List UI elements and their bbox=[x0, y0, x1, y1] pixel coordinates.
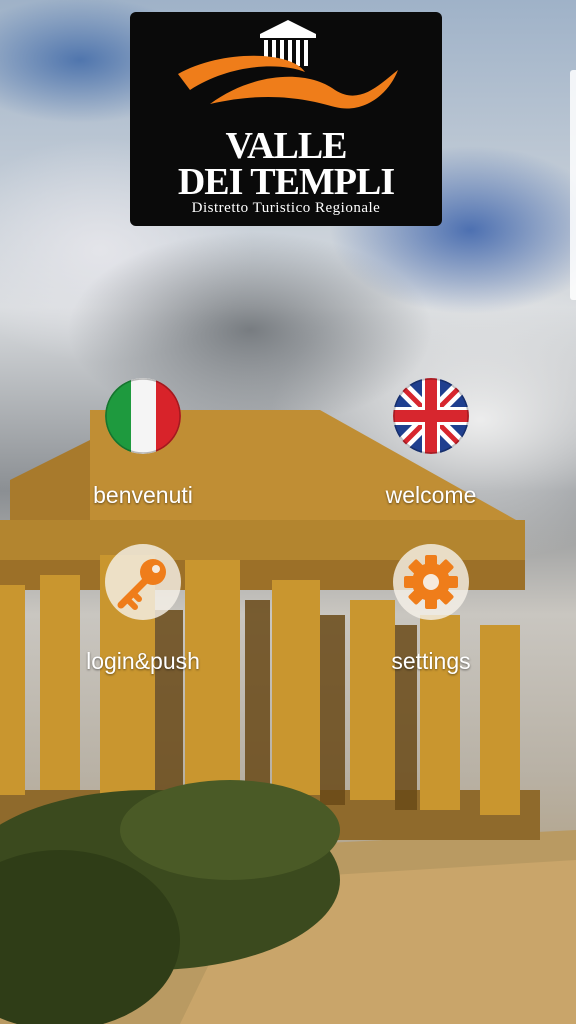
welcome-label: welcome bbox=[385, 482, 477, 508]
gear-icon bbox=[393, 544, 469, 620]
welcome-button[interactable]: welcome bbox=[356, 378, 506, 509]
logo-title-line2: DEI TEMPLI bbox=[177, 161, 395, 203]
login-push-label: login&push bbox=[86, 648, 200, 674]
benvenuti-label: benvenuti bbox=[93, 482, 193, 508]
temple-logo-icon bbox=[178, 20, 398, 109]
uk-flag-icon bbox=[393, 378, 469, 454]
logo-subtitle: Distretto Turistico Regionale bbox=[191, 200, 381, 216]
settings-label: settings bbox=[391, 648, 471, 674]
key-icon bbox=[105, 544, 181, 620]
valle-dei-templi-logo: VALLE DEI TEMPLI Distretto Turistico Reg… bbox=[130, 12, 442, 226]
benvenuti-button[interactable]: benvenuti bbox=[68, 378, 218, 509]
login-push-button[interactable]: login&push bbox=[68, 544, 218, 675]
settings-button[interactable]: settings bbox=[356, 544, 506, 675]
italian-flag-icon bbox=[105, 378, 181, 454]
